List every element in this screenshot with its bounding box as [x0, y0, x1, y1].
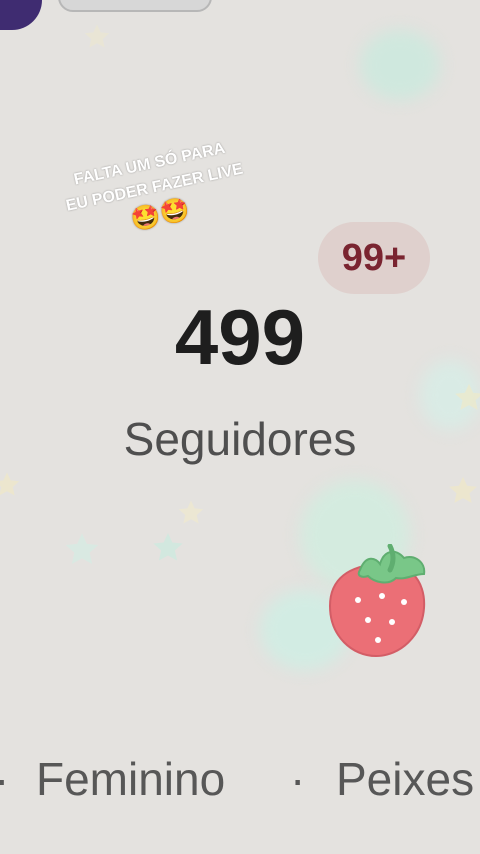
separator-dot: · — [290, 753, 306, 805]
followers-label[interactable]: Seguidores — [0, 412, 480, 466]
star-icon — [0, 472, 20, 496]
avatar — [0, 0, 42, 30]
gender-label: Feminino — [36, 753, 226, 805]
story-text-overlay: FALTA UM SÓ PARA EU PODER FAZER LIVE 🤩🤩 — [20, 126, 291, 256]
profile-info-row: · Feminino · Peixes — [0, 752, 480, 812]
star-icon — [65, 533, 99, 564]
star-icon — [178, 500, 204, 524]
strawberry-icon — [328, 544, 426, 658]
follower-count[interactable]: 499 — [0, 292, 480, 383]
notification-badge[interactable]: 99+ — [318, 222, 430, 294]
background-glow — [360, 30, 440, 100]
star-icon — [84, 24, 110, 48]
separator-dot: · — [0, 752, 9, 806]
top-pill-button[interactable] — [58, 0, 212, 12]
zodiac-sign-label: Peixes — [336, 753, 475, 805]
star-icon — [449, 476, 477, 503]
star-icon — [153, 533, 183, 561]
